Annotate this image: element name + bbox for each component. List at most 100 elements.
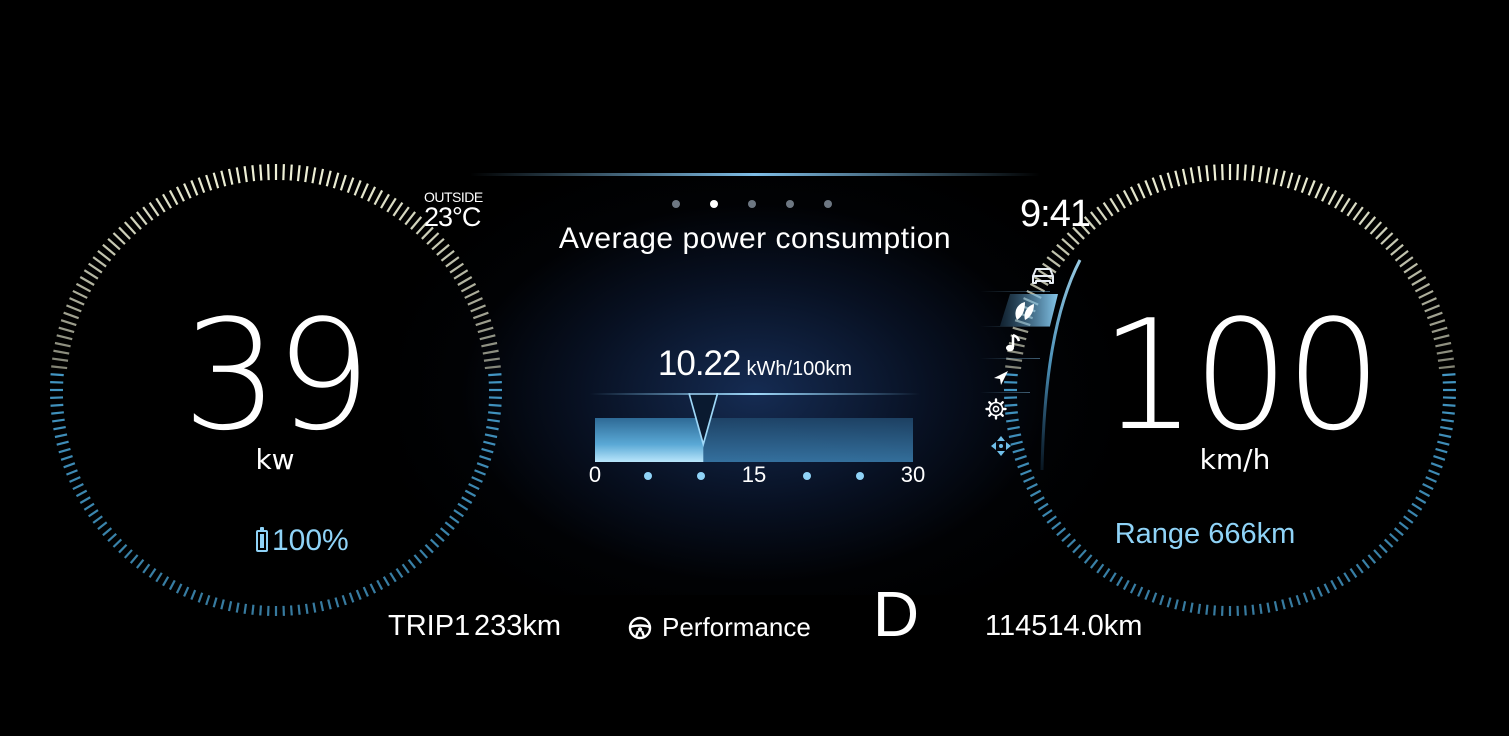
- gauge-tick: [267, 164, 270, 181]
- gauge-tick: [1116, 193, 1126, 209]
- gauge-tick: [464, 289, 480, 299]
- gauge-tick: [460, 282, 477, 293]
- gauge-tick: [63, 462, 76, 469]
- gauge-tick: [235, 167, 241, 184]
- gauge-tick: [53, 349, 70, 355]
- page-dot[interactable]: [710, 200, 718, 208]
- gauge-tick: [1077, 549, 1087, 559]
- gauge-tick: [304, 603, 309, 614]
- menu-item-media[interactable]: [970, 328, 1050, 362]
- gauge-tick: [1316, 586, 1323, 597]
- gauge-tick: [1436, 349, 1453, 355]
- panel-title: Average power consumption: [558, 222, 952, 255]
- gauge-tick: [339, 174, 347, 191]
- gauge-tick: [142, 206, 154, 221]
- gauge-tick: [56, 440, 69, 446]
- gauge-tick: [389, 572, 397, 583]
- gauge-tick: [162, 576, 170, 587]
- menu-item-eco[interactable]: [970, 294, 1058, 328]
- instrument-cluster: 39 kw 100% 100 km/h Range 666km OUTSIDE …: [0, 0, 1509, 736]
- gauge-tick: [346, 177, 355, 194]
- page-dot[interactable]: [672, 200, 680, 208]
- clock: 9:41: [1020, 193, 1091, 235]
- gauge-tick: [360, 183, 369, 199]
- gauge-tick: [1159, 174, 1167, 191]
- gauge-tick: [72, 289, 88, 299]
- gauge-tick: [449, 515, 460, 524]
- gauge-tick: [413, 554, 423, 564]
- gauge-tick: [1174, 599, 1179, 610]
- gauge-tick: [1089, 559, 1099, 569]
- gauge-tick: [1389, 533, 1399, 543]
- music-note-icon: [1006, 333, 1021, 352]
- menu-item-adjust[interactable]: [970, 432, 1050, 466]
- gauge-tick: [1411, 276, 1427, 286]
- gauge-tick: [484, 433, 498, 439]
- gauge-tick: [1407, 509, 1418, 518]
- gauge-tick: [453, 269, 469, 280]
- gauge-tick: [440, 249, 455, 262]
- scale-tick-dot: [697, 472, 705, 480]
- gauge-tick: [426, 232, 440, 245]
- gauge-tick: [488, 411, 501, 415]
- gauge-tick: [1411, 502, 1423, 511]
- gauge-tick: [444, 521, 455, 531]
- gauge-tick: [58, 447, 71, 454]
- gauge-tick: [1349, 568, 1358, 578]
- gauge-tick: [1061, 237, 1075, 251]
- drive-mode-label: Performance: [662, 612, 811, 642]
- gauge-tick: [392, 202, 404, 217]
- gauge-tick: [334, 597, 340, 608]
- gauge-tick: [407, 559, 417, 569]
- scale-tick-label: 30: [900, 462, 926, 487]
- gauge-tick: [259, 164, 263, 181]
- gauge-tick: [1037, 502, 1049, 511]
- gauge-tick: [1426, 311, 1443, 320]
- page-dot[interactable]: [824, 200, 832, 208]
- page-dot[interactable]: [786, 200, 794, 208]
- gauge-tick: [479, 334, 496, 341]
- gauge-tick: [212, 597, 218, 608]
- gauge-tick: [205, 174, 213, 191]
- menu-item-navigation[interactable]: [970, 362, 1050, 396]
- menu-item-vehicle[interactable]: [970, 258, 1054, 292]
- gauge-tick: [453, 509, 464, 518]
- gauge-tick: [1144, 180, 1153, 196]
- gauge-tick: [1364, 216, 1377, 230]
- gauge-tick: [1438, 433, 1452, 439]
- menu-item-settings[interactable]: [970, 396, 1050, 430]
- scale-tick-dot: [803, 472, 811, 480]
- scale-tick-dot: [856, 472, 864, 480]
- gauge-tick: [1189, 167, 1195, 184]
- gauge-tick: [1378, 544, 1388, 554]
- gauge-tick: [472, 311, 489, 320]
- gauge-tick: [58, 326, 75, 334]
- gauge-tick: [69, 297, 85, 306]
- gauge-tick: [1051, 521, 1062, 531]
- gauge-tick: [304, 166, 309, 183]
- power-value: 39: [182, 287, 371, 464]
- gauge-tick: [1302, 592, 1309, 603]
- gauge-tick: [1300, 177, 1309, 194]
- gauge-tick: [483, 440, 496, 446]
- gauge-tick: [318, 168, 325, 185]
- page-dot[interactable]: [748, 200, 756, 208]
- gauge-tick: [1189, 602, 1194, 613]
- gauge-tick: [1072, 544, 1082, 554]
- gauge-tick: [464, 489, 477, 498]
- gauge-tick: [461, 496, 473, 504]
- gauge-tick: [348, 592, 355, 603]
- gauge-tick: [243, 166, 248, 183]
- gauge-tick: [1258, 166, 1263, 183]
- gauge-tick: [79, 276, 95, 286]
- gauge-tick: [1334, 193, 1344, 209]
- speed-unit: km/h: [1199, 443, 1271, 476]
- gauge-tick: [1137, 183, 1146, 199]
- consumption-readout: 10.22 kWh/100km: [600, 344, 910, 384]
- gauge-tick: [468, 482, 480, 491]
- scale-tick-label: 0: [588, 462, 602, 487]
- gauge-tick: [1137, 586, 1144, 597]
- gauge-tick: [1343, 572, 1351, 583]
- battery-icon: [256, 527, 268, 552]
- page-indicator[interactable]: [672, 200, 832, 208]
